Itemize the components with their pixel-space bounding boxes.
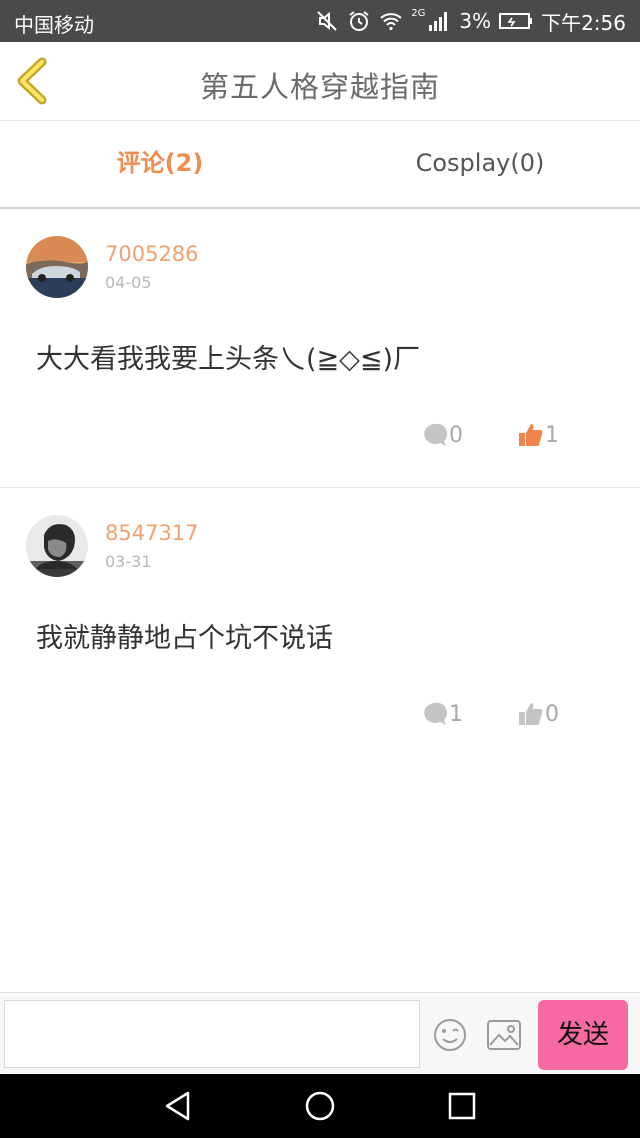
triangle-back-icon <box>165 1091 190 1121</box>
status-bar: 中国移动 2G 3% 下午2:56 <box>0 0 640 42</box>
alarm-icon <box>347 9 371 33</box>
comment-bubble-icon <box>424 423 448 446</box>
circle-home-icon <box>305 1091 335 1121</box>
system-nav-bar <box>0 1074 640 1138</box>
thumbs-up-icon <box>519 424 543 446</box>
square-recent-icon <box>448 1092 476 1120</box>
like-count: 0 <box>545 701 559 727</box>
comment-item: 7005286 04-05 大大看我我要上头条乀(≧◇≦)厂 0 1 <box>0 209 640 488</box>
carrier-label: 中国移动 <box>14 13 94 37</box>
avatar[interactable] <box>26 236 88 298</box>
avatar[interactable] <box>26 515 88 577</box>
comment-input[interactable] <box>4 1000 420 1068</box>
tab-cosplay[interactable]: Cosplay(0) <box>320 121 640 207</box>
like-count: 1 <box>545 422 559 448</box>
image-button[interactable] <box>486 1019 522 1051</box>
header: 第五人格穿越指南 <box>0 42 640 121</box>
comment-date: 04-05 <box>105 273 152 292</box>
signal-icon <box>427 9 451 33</box>
thumbs-up-icon <box>519 703 543 725</box>
nav-recent-button[interactable] <box>442 1086 482 1126</box>
comment-bubble-icon <box>424 702 448 725</box>
nav-back-button[interactable] <box>158 1086 198 1126</box>
comment-text: 我就静静地占个坑不说话 <box>36 623 333 654</box>
send-button[interactable]: 发送 <box>538 1000 628 1070</box>
reply-count: 0 <box>449 422 463 448</box>
battery-charging-icon <box>499 9 533 33</box>
mute-icon <box>315 9 339 33</box>
smiley-icon <box>434 1019 466 1051</box>
comment-input-bar: 发送 <box>0 992 640 1075</box>
reply-button[interactable]: 1 <box>422 700 463 728</box>
page-title: 第五人格穿越指南 <box>199 70 440 104</box>
reply-button[interactable]: 0 <box>422 421 463 449</box>
reply-count: 1 <box>449 701 463 727</box>
like-button[interactable]: 0 <box>518 700 559 728</box>
avatar-image <box>26 515 88 577</box>
tab-bar: 评论(2) Cosplay(0) <box>0 121 640 209</box>
wifi-icon <box>379 9 403 33</box>
clock: 下午2:56 <box>541 10 626 35</box>
avatar-image <box>26 236 88 298</box>
battery-percent: 3% <box>459 9 492 33</box>
image-icon <box>487 1020 521 1050</box>
comment-text: 大大看我我要上头条乀(≧◇≦)厂 <box>36 344 421 375</box>
tab-comments[interactable]: 评论(2) <box>0 121 320 207</box>
comment-item: 8547317 03-31 我就静静地占个坑不说话 1 0 <box>0 488 640 766</box>
emoji-button[interactable] <box>432 1017 468 1053</box>
username[interactable]: 7005286 <box>105 242 199 266</box>
network-type-label: 2G <box>411 7 426 19</box>
username[interactable]: 8547317 <box>105 521 199 545</box>
comment-date: 03-31 <box>105 552 152 571</box>
nav-home-button[interactable] <box>300 1086 340 1126</box>
like-button[interactable]: 1 <box>518 421 559 449</box>
status-icons: 2G 3% 下午2:56 <box>315 7 626 35</box>
screen: 中国移动 2G 3% 下午2:56 第五人格穿越指南 评论(2) Cosplay… <box>0 0 640 1138</box>
